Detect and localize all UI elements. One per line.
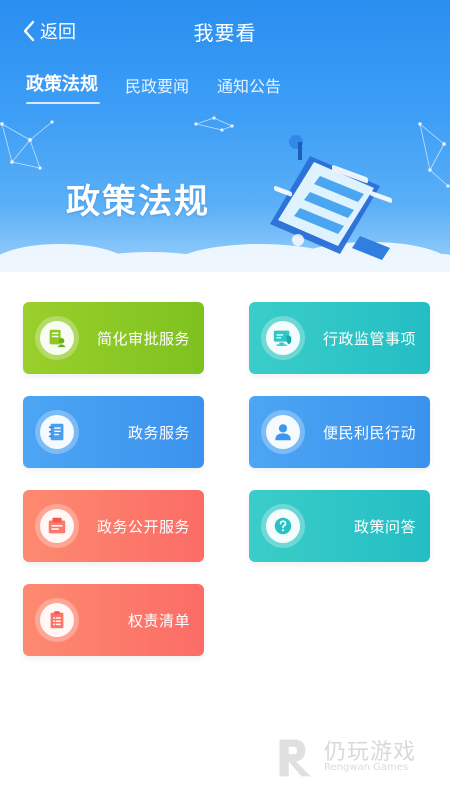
question-icon	[274, 517, 292, 535]
card-icon-bg	[40, 321, 74, 355]
tab-bar: 政策法规 民政要闻 通知公告	[0, 70, 450, 104]
banner: 政策法规	[0, 116, 450, 280]
tab-notices[interactable]: 通知公告	[217, 73, 281, 97]
card-icon-ring	[35, 598, 79, 642]
watermark-text: 仍玩游戏	[324, 740, 417, 765]
person-icon	[275, 424, 291, 441]
card-responsibility-list[interactable]: 权责清单	[23, 584, 204, 656]
card-label: 行政监管事项	[322, 329, 416, 348]
file-tray-icon	[48, 517, 66, 534]
active-tab-indicator	[26, 102, 100, 104]
page-title: 我要看	[193, 21, 257, 45]
card-icon-ring	[261, 410, 305, 454]
card-icon-ring	[261, 316, 305, 360]
card-icon-bg	[266, 509, 300, 543]
card-icon-ring	[35, 316, 79, 360]
watermark-logo-icon	[279, 739, 311, 777]
card-icon-bg	[40, 603, 74, 637]
card-icon-ring	[35, 504, 79, 548]
card-icon-bg	[266, 415, 300, 449]
card-policy-qa[interactable]: 政策问答	[249, 490, 430, 562]
card-government-disclosure[interactable]: 政务公开服务	[23, 490, 204, 562]
monitor-shield-icon	[273, 330, 292, 346]
card-simplified-approval[interactable]: 简化审批服务	[23, 302, 204, 374]
card-label: 政务服务	[127, 423, 190, 442]
card-icon-bg	[40, 509, 74, 543]
card-icon-bg	[40, 415, 74, 449]
card-label: 便民利民行动	[322, 423, 416, 442]
header-bar: 返回 我要看 政策法规 民政要闻 通知公告	[0, 0, 450, 116]
card-label: 简化审批服务	[96, 329, 190, 348]
watermark: 仍玩游戏 Rengwan Games	[270, 732, 440, 782]
card-administrative-supervision[interactable]: 行政监管事项	[249, 302, 430, 374]
card-label: 权责清单	[127, 611, 190, 630]
card-icon-ring	[35, 410, 79, 454]
banner-title: 政策法规	[66, 182, 210, 222]
notebook-icon	[48, 423, 64, 441]
card-label: 政策问答	[353, 517, 416, 536]
document-user-icon	[49, 329, 66, 348]
card-icon-ring	[261, 504, 305, 548]
clipboard-list-icon	[50, 611, 64, 629]
tab-policy-regulations[interactable]: 政策法规	[26, 70, 98, 96]
card-label: 政务公开服务	[96, 517, 190, 536]
card-icon-bg	[266, 321, 300, 355]
tab-civil-affairs-news[interactable]: 民政要闻	[125, 73, 189, 97]
watermark-subtext: Rengwan Games	[324, 762, 409, 773]
card-convenience-actions[interactable]: 便民利民行动	[249, 396, 430, 468]
card-government-services[interactable]: 政务服务	[23, 396, 204, 468]
